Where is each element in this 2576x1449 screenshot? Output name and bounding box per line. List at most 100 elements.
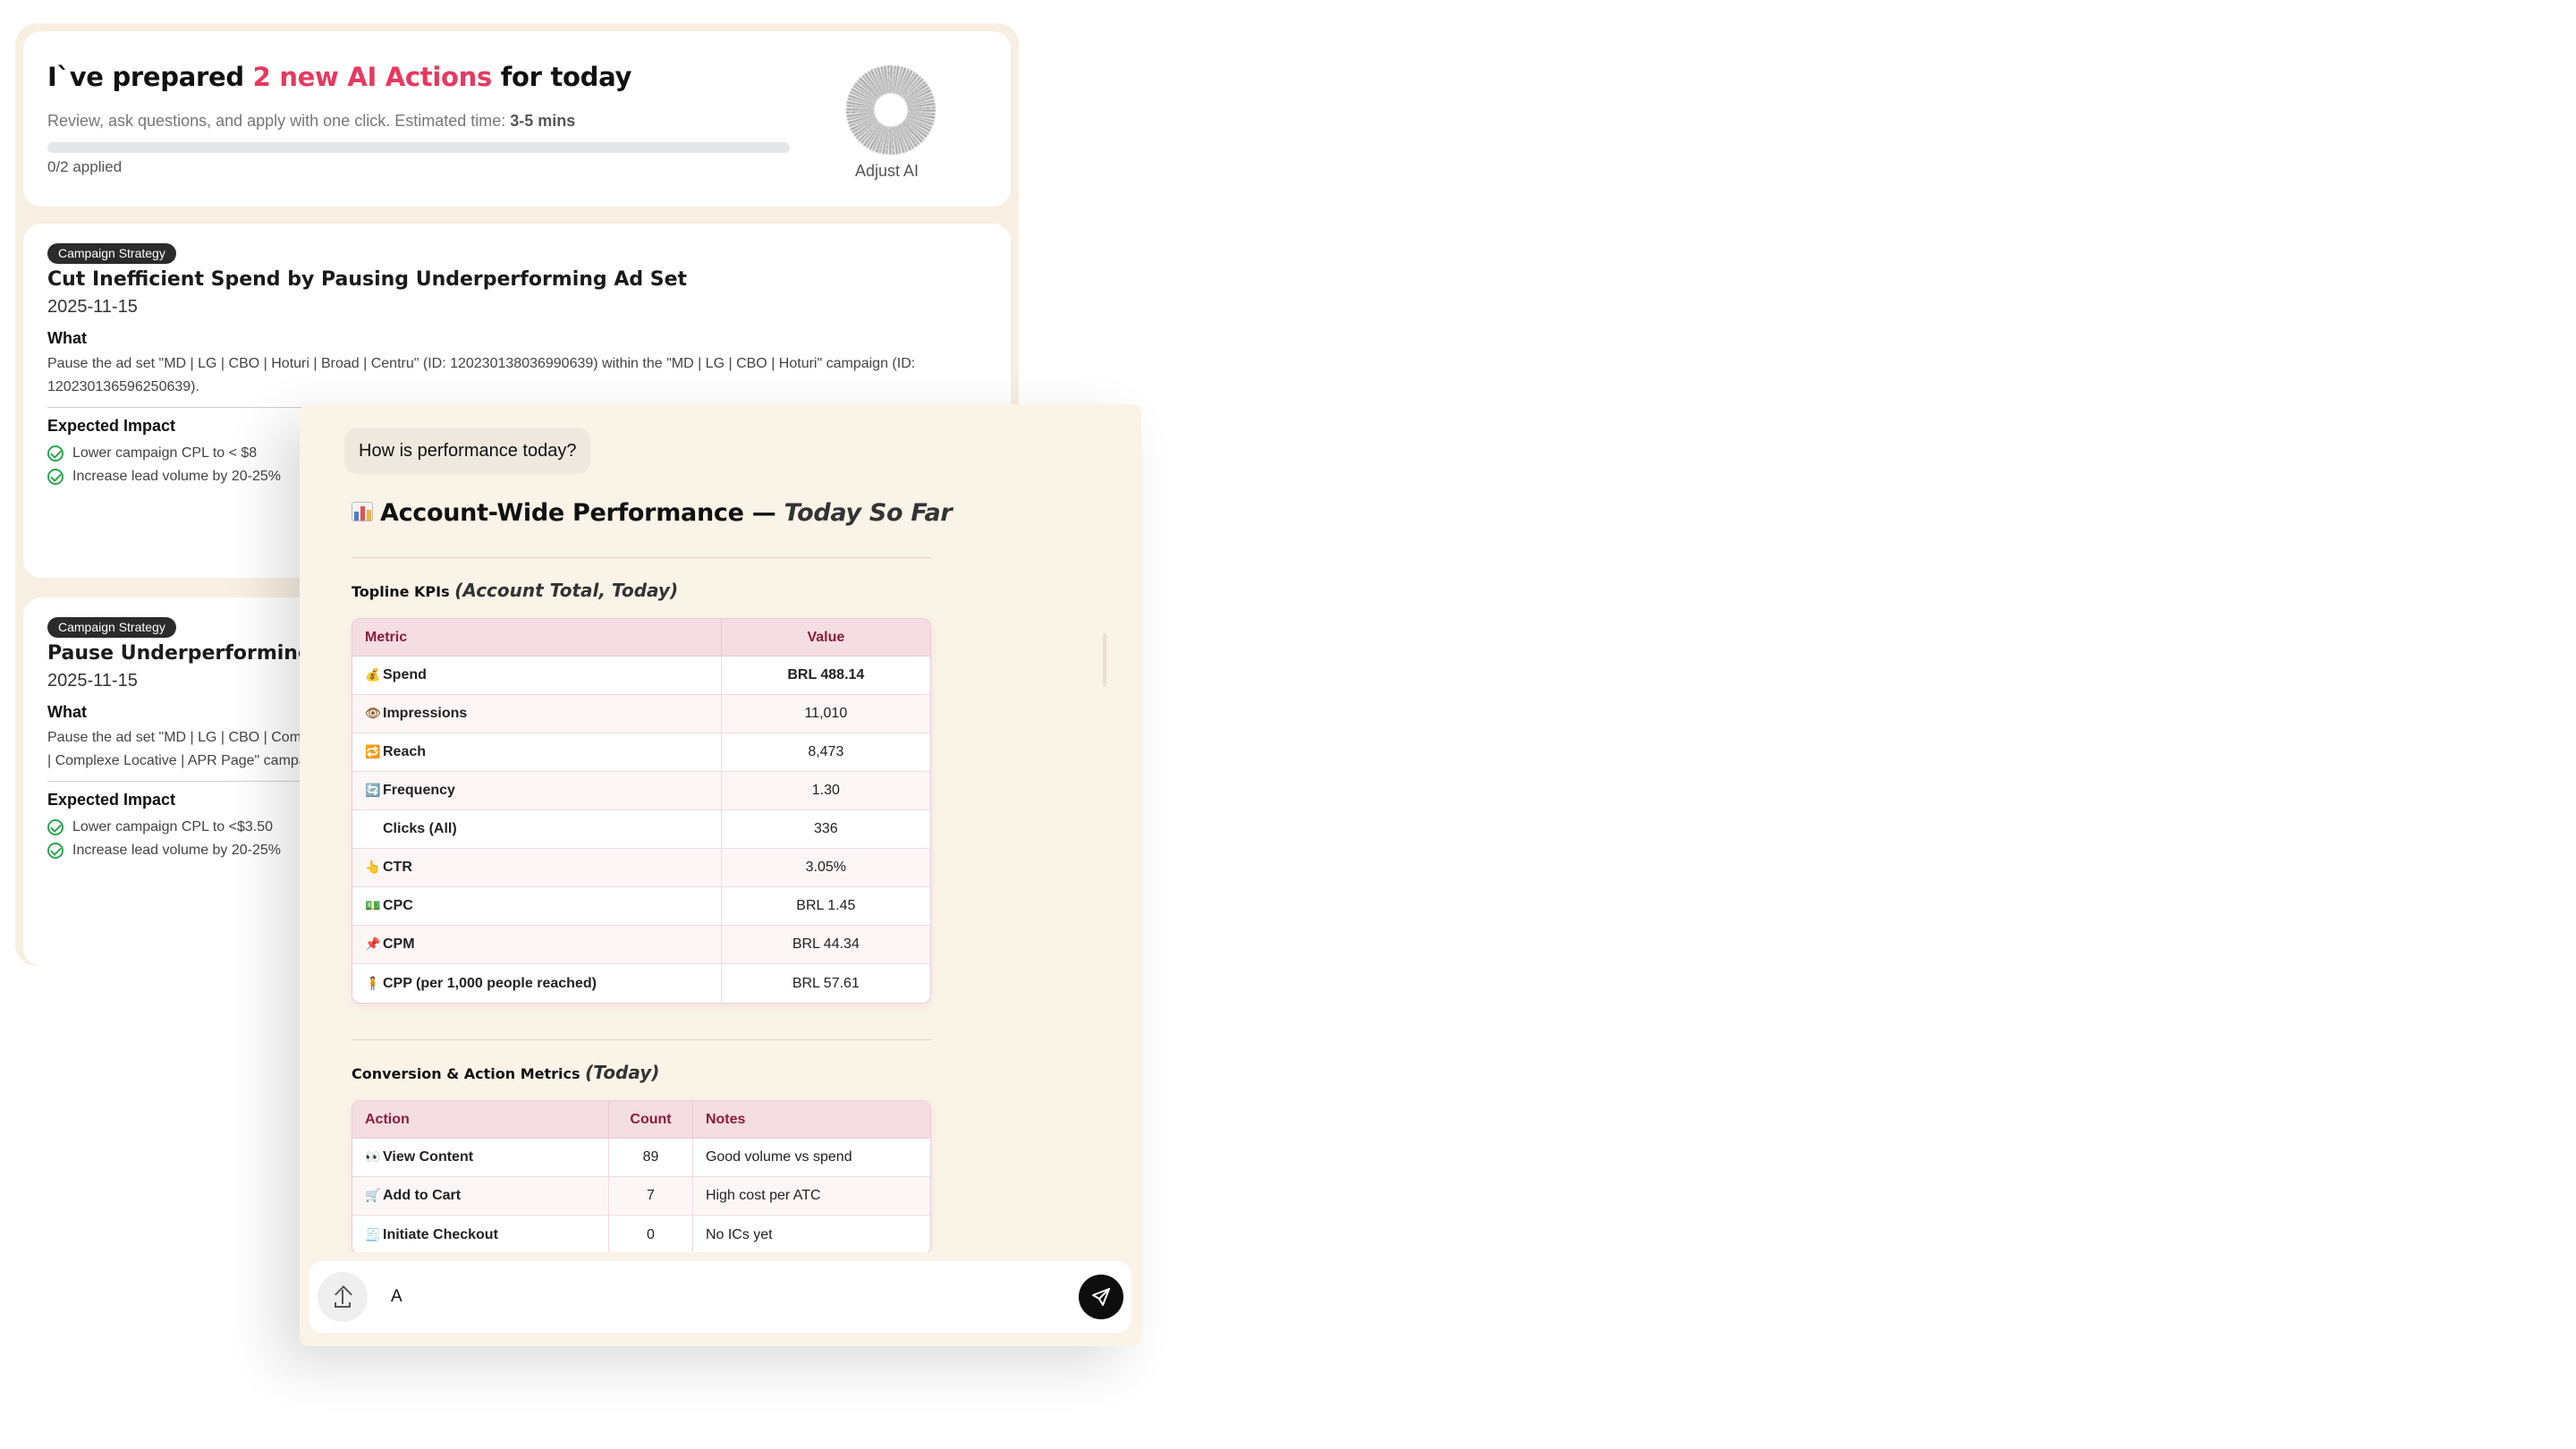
action-cell: 🧾 Initiate Checkout: [352, 1216, 610, 1252]
topline-kpi-table: Metric Value 💰 Spend BRL 488.14 👁 Impression…: [352, 618, 931, 1004]
response-title-text: Account-Wide Performance —: [380, 499, 784, 527]
divider: [352, 1039, 931, 1040]
metric-name: Reach: [383, 744, 427, 759]
action-cell: 👀 View Content: [352, 1139, 610, 1177]
check-circle-icon: [47, 819, 64, 835]
metric-cell: 💵 CPC: [352, 887, 722, 926]
ai-orb-icon[interactable]: [846, 65, 936, 155]
notes-cell: Good volume vs spend: [692, 1139, 930, 1177]
section-heading-italic: (Account Total, Today): [454, 580, 679, 601]
table-row: 👆 CTR 3.05%: [352, 849, 930, 887]
metric-value: BRL 488.14: [787, 667, 865, 682]
metric-value: BRL 57.61: [792, 975, 860, 991]
metric-cell: Clicks (All): [352, 810, 722, 849]
metric-icon: 💰: [365, 667, 381, 682]
metric-name: Spend: [383, 667, 427, 682]
action-icon: 👀: [365, 1149, 381, 1164]
conversion-metrics-table: Action Count Notes 👀 View Content 89 Good v…: [352, 1100, 931, 1252]
table-row: 👁 Impressions 11,010: [352, 695, 930, 733]
metric-name: Clicks (All): [383, 821, 457, 836]
send-icon: [1092, 1288, 1110, 1306]
column-header: Notes: [692, 1101, 930, 1139]
divider: [352, 557, 931, 558]
response-title: Account-Wide Performance — Today So Far: [352, 499, 953, 527]
count-cell: 7: [609, 1177, 693, 1216]
impact-list: Lower campaign CPL to <$3.50 Increase le…: [47, 816, 281, 862]
impact-item: Lower campaign CPL to < $8: [47, 442, 281, 465]
applied-count: 0/2 applied: [47, 158, 123, 175]
table-row: 🔄 Frequency 1.30: [352, 772, 930, 810]
metric-icon: 📌: [365, 936, 381, 951]
metric-cell: 🔁 Reach: [352, 733, 722, 772]
category-badge: Campaign Strategy: [47, 617, 176, 638]
table-row: 🛒 Add to Cart 7 High cost per ATC: [352, 1177, 930, 1216]
what-heading: What: [47, 703, 87, 721]
metric-icon: 🧍: [365, 975, 381, 990]
summary-subtitle-text: Review, ask questions, and apply with on…: [47, 112, 511, 130]
check-circle-icon: [47, 445, 64, 462]
value-cell: 336: [721, 810, 930, 849]
action-notes: Good volume vs spend: [705, 1149, 852, 1165]
metric-cell: 💰 Spend: [352, 657, 722, 695]
value-cell: 1.30: [721, 772, 930, 810]
summary-subtitle: Review, ask questions, and apply with on…: [47, 112, 575, 131]
impact-item: Increase lead volume by 20-25%: [47, 839, 281, 862]
impact-text: Lower campaign CPL to < $8: [72, 445, 258, 461]
summary-title: I`ve prepared 2 new AI Actions for today: [47, 62, 631, 92]
action-name: Add to Cart: [383, 1188, 462, 1203]
table-row: 👀 View Content 89 Good volume vs spend: [352, 1139, 930, 1177]
chat-scrollbar[interactable]: [1103, 633, 1106, 687]
notes-cell: High cost per ATC: [692, 1177, 930, 1216]
impact-text: Increase lead volume by 20-25%: [72, 843, 282, 858]
impact-item: Lower campaign CPL to <$3.50: [47, 816, 281, 839]
metric-value: BRL 44.34: [792, 936, 860, 952]
table-row: 🔁 Reach 8,473: [352, 733, 930, 772]
count-cell: 0: [609, 1216, 693, 1252]
count-cell: 89: [609, 1139, 693, 1177]
ai-chat-panel: How is performance today? Account-Wide P…: [300, 404, 1141, 1346]
table-row: 🧾 Initiate Checkout 0 No ICs yet: [352, 1216, 930, 1252]
value-cell: 8,473: [721, 733, 930, 772]
action-date: 2025-11-15: [47, 297, 138, 317]
summary-title-suffix: for today: [491, 62, 632, 92]
conversion-table-body: 👀 View Content 89 Good volume vs spend 🛒 Add …: [352, 1139, 930, 1252]
action-notes: High cost per ATC: [705, 1188, 821, 1203]
response-title-italic: Today So Far: [784, 499, 953, 527]
upload-button[interactable]: [318, 1272, 368, 1322]
metric-name: CPC: [383, 898, 413, 913]
metric-value: 3.05%: [805, 860, 847, 875]
chat-input[interactable]: [391, 1279, 1017, 1315]
action-icon: 🧾: [365, 1226, 381, 1241]
what-line: 120230136596250639).: [47, 379, 199, 394]
metric-name: CPP (per 1,000 people reached): [383, 975, 597, 991]
column-header: Metric: [352, 619, 722, 657]
action-name: View Content: [383, 1149, 474, 1165]
table-row: 💰 Spend BRL 488.14: [352, 657, 930, 695]
metric-icon: 🔁: [365, 744, 381, 758]
value-cell: 3.05%: [721, 849, 930, 887]
section-heading-text: Topline KPIs: [352, 583, 455, 600]
what-line: Pause the ad set "MD | LG | CBO | Hoturi…: [47, 356, 916, 371]
metric-value: BRL 1.45: [796, 898, 856, 913]
impact-heading: Expected Impact: [47, 417, 176, 435]
summary-title-highlight: 2 new AI Actions: [252, 62, 493, 92]
column-header: Action: [352, 1101, 610, 1139]
chat-composer: [309, 1261, 1131, 1333]
column-header: Count: [609, 1101, 693, 1139]
section-heading-text: Conversion & Action Metrics: [352, 1065, 586, 1082]
table-header-row: Action Count Notes: [352, 1101, 930, 1139]
action-icon: 🛒: [365, 1188, 381, 1202]
send-button[interactable]: [1079, 1275, 1123, 1319]
metric-icon: 🔄: [365, 783, 381, 797]
adjust-ai-button[interactable]: Adjust AI: [855, 162, 919, 181]
impact-text: Increase lead volume by 20-25%: [72, 469, 282, 484]
metric-cell: 🔄 Frequency: [352, 772, 722, 810]
what-heading: What: [47, 329, 87, 347]
action-title: Cut Inefficient Spend by Pausing Underpe…: [47, 268, 688, 291]
bar-chart-icon: [352, 502, 373, 521]
chat-messages[interactable]: How is performance today? Account-Wide P…: [300, 404, 1141, 1252]
value-cell: BRL 44.34: [721, 926, 930, 964]
table-row: 🧍 CPP (per 1,000 people reached) BRL 57.61: [352, 964, 930, 1003]
action-notes: No ICs yet: [705, 1226, 773, 1242]
ai-actions-summary-card: I`ve prepared 2 new AI Actions for today…: [23, 31, 1011, 207]
